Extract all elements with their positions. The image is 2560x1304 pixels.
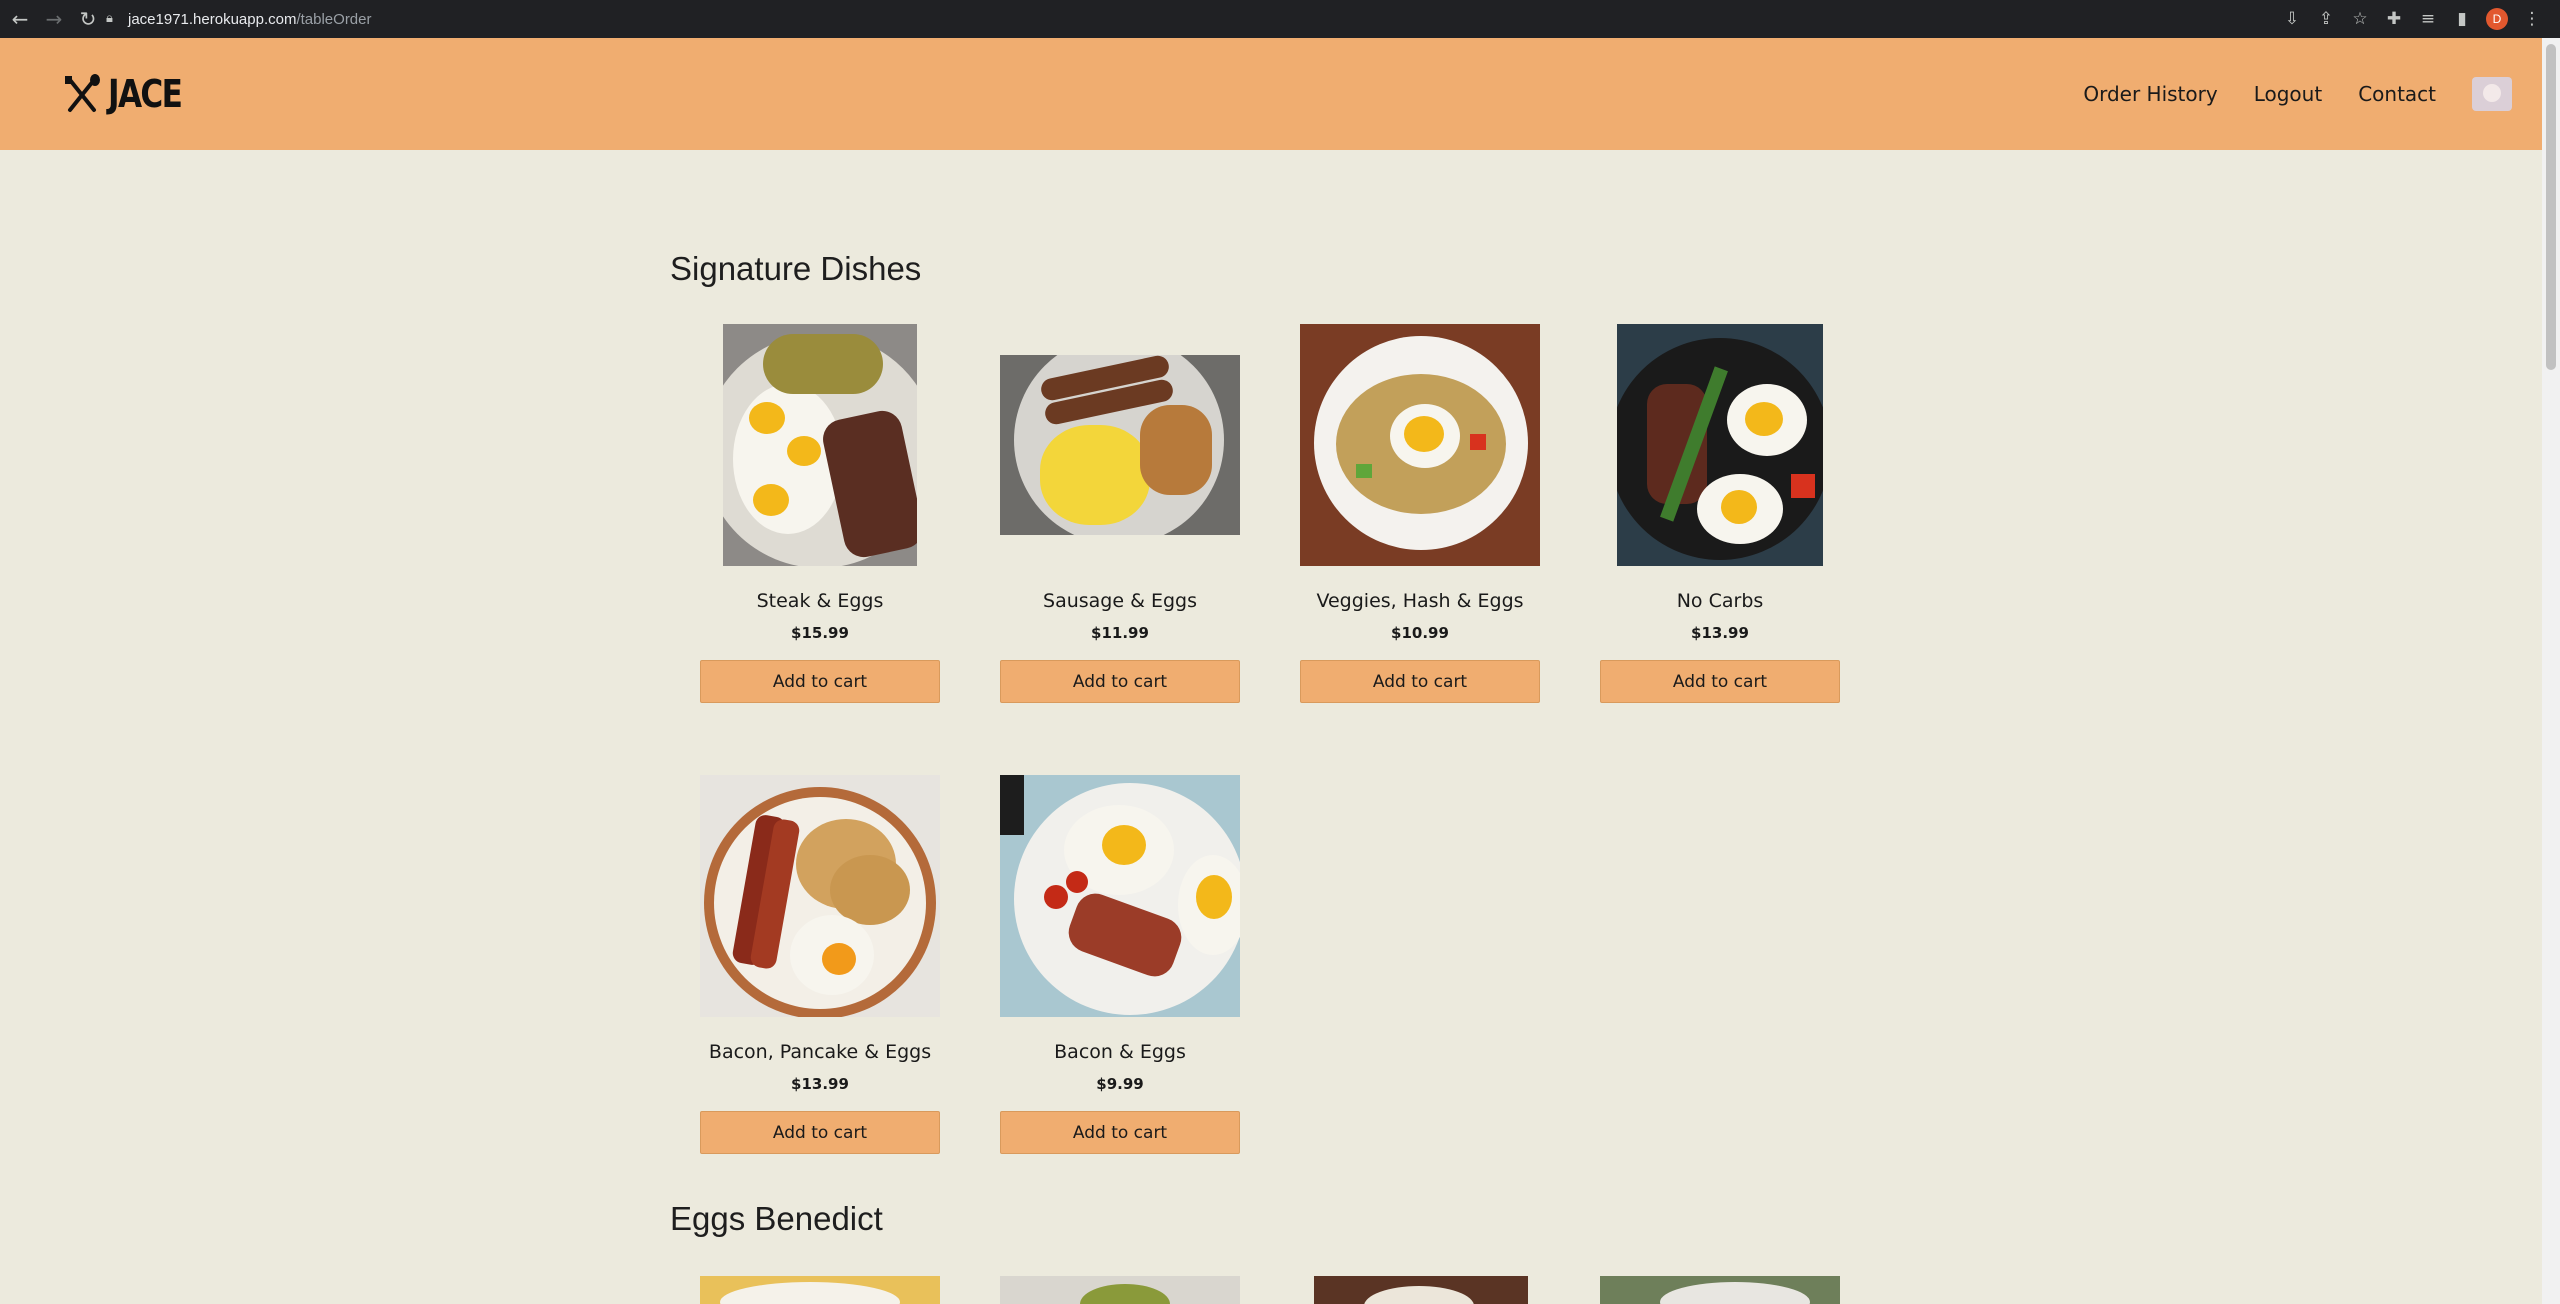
section-title-eggs-benedict: Eggs Benedict [670,1200,883,1237]
bookmark-star-icon[interactable]: ☆ [2350,9,2370,29]
install-icon[interactable]: ⇩ [2282,9,2302,29]
dish-price: $10.99 [1391,624,1449,642]
add-to-cart-button[interactable]: Add to cart [1000,660,1240,703]
dish-image [1000,324,1240,566]
dish-image [1314,1276,1528,1304]
dish-card: Bacon & Eggs $9.99 Add to cart [1000,775,1240,1154]
url-path: /tableOrder [296,10,372,28]
reload-icon[interactable]: ↻ [74,5,102,33]
nav-contact[interactable]: Contact [2358,82,2436,106]
share-icon[interactable]: ⇪ [2316,9,2336,29]
lock-icon[interactable]: 🔒︎ [106,11,120,27]
dish-card: Veggies, Hash & Eggs $10.99 Add to cart [1300,324,1540,703]
plate-cart-icon[interactable] [2472,77,2512,111]
add-to-cart-button[interactable]: Add to cart [700,1111,940,1154]
dish-image [1000,1276,1240,1304]
dish-name: Bacon & Eggs [1054,1041,1186,1063]
add-to-cart-button[interactable]: Add to cart [1600,660,1840,703]
section-title-signature: Signature Dishes [670,250,922,287]
dish-price: $13.99 [1691,624,1749,642]
nav-logout[interactable]: Logout [2254,82,2322,106]
site-logo[interactable]: JACE [64,72,197,116]
bacon-pancake-photo [700,775,940,1017]
no-carbs-photo [1617,324,1823,566]
forward-icon[interactable]: → [40,5,68,33]
scrollbar-thumb[interactable] [2546,44,2556,370]
dish-name: No Carbs [1676,590,1764,612]
menu-kebab-icon[interactable]: ⋮ [2522,9,2542,29]
extensions-icon[interactable]: ✚ [2384,9,2404,29]
dish-price: $13.99 [791,1075,849,1093]
back-icon[interactable]: ← [6,5,34,33]
dish-image [1300,324,1540,566]
profile-avatar[interactable]: D [2486,8,2508,30]
logo-text: JACE [108,72,183,116]
browser-actions: ⇩ ⇪ ☆ ✚ ≡ ▮ D ⋮ [2282,0,2542,38]
main-nav: Order History Logout Contact [2083,38,2542,150]
url-text: jace1971.herokuapp.com/tableOrder [128,11,372,28]
dish-name: Bacon, Pancake & Eggs [708,1041,932,1063]
dish-image [700,1276,940,1304]
site-header: JACE Order History Logout Contact [0,38,2542,150]
dish-price: $9.99 [1096,1075,1144,1093]
sausage-eggs-photo [1000,355,1240,535]
dish-name: Veggies, Hash & Eggs [1316,590,1524,612]
dish-card: Bacon, Pancake & Eggs $13.99 Add to cart [700,775,940,1154]
dish-image [700,324,940,566]
dish-card: Sausage & Eggs $11.99 Add to cart [1000,324,1240,703]
nav-order-history[interactable]: Order History [2083,82,2217,106]
add-to-cart-button[interactable]: Add to cart [1300,660,1540,703]
veggies-hash-photo [1300,324,1540,566]
fork-knife-icon [65,74,100,112]
dish-price: $11.99 [1091,624,1149,642]
browser-toolbar: ← → ↻ 🔒︎ jace1971.herokuapp.com/tableOrd… [0,0,2560,38]
steak-eggs-photo [723,324,917,566]
reading-list-icon[interactable]: ≡ [2418,9,2438,29]
dish-card: No Carbs $13.99 Add to cart [1600,324,1840,703]
add-to-cart-button[interactable]: Add to cart [700,660,940,703]
dish-name: Steak & Eggs [756,590,884,612]
page-scrollbar[interactable] [2542,38,2560,1304]
bacon-eggs-photo [1000,775,1240,1017]
dish-image [1600,324,1840,566]
dish-image [1000,775,1240,1017]
dish-card: Steak & Eggs $15.99 Add to cart [700,324,940,703]
dish-image [1600,1276,1840,1304]
side-panel-icon[interactable]: ▮ [2452,9,2472,29]
add-to-cart-button[interactable]: Add to cart [1000,1111,1240,1154]
url-host: jace1971.herokuapp.com [128,10,297,28]
dish-price: $15.99 [791,624,849,642]
dish-image [700,775,940,1017]
address-bar[interactable]: 🔒︎ jace1971.herokuapp.com/tableOrder [106,5,2266,33]
dish-name: Sausage & Eggs [1043,590,1197,612]
